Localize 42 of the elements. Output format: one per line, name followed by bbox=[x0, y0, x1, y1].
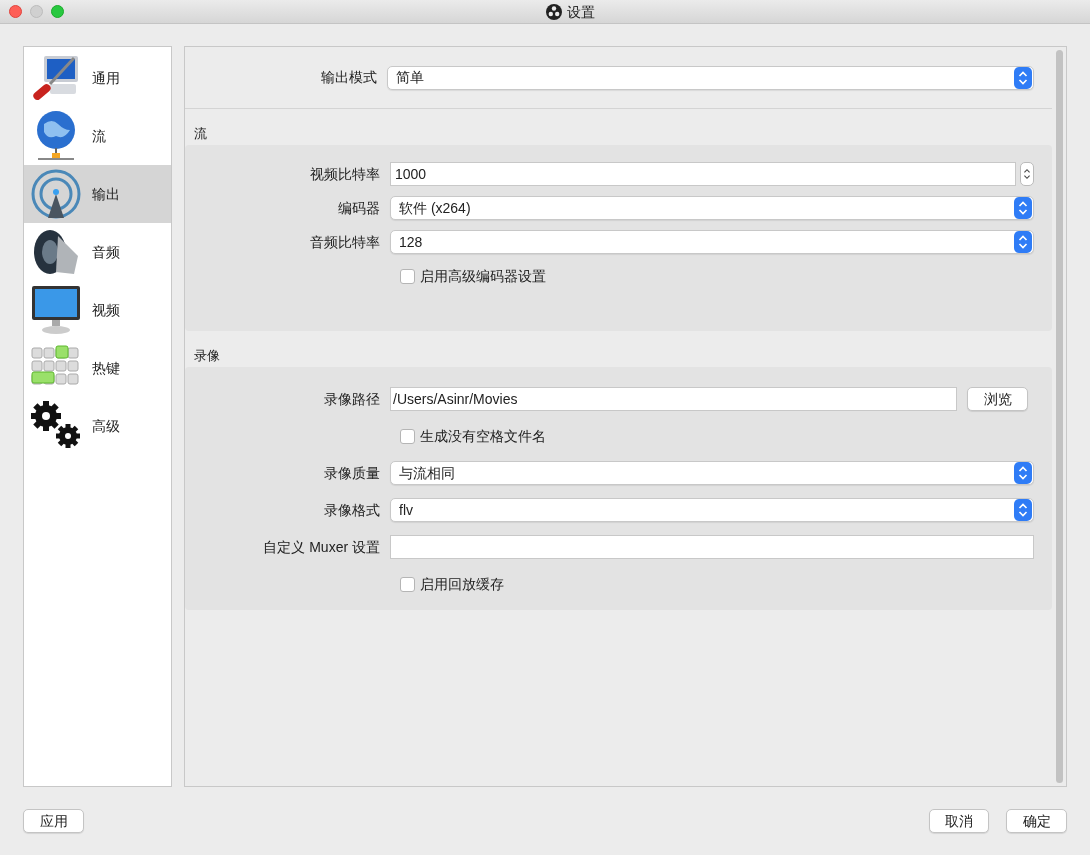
close-icon[interactable] bbox=[9, 5, 22, 18]
dropdown[interactable]: 与流相同 bbox=[390, 461, 1034, 485]
checkbox-label: 启用回放缓存 bbox=[420, 574, 504, 594]
stepper-icon[interactable] bbox=[1014, 231, 1032, 253]
maximize-icon[interactable] bbox=[51, 5, 64, 18]
field-label: 音频比特率 bbox=[309, 232, 381, 252]
window-title: 设置 bbox=[566, 2, 595, 22]
field-label: 录像路径 bbox=[323, 389, 381, 409]
checkbox[interactable] bbox=[400, 268, 415, 284]
field-label: 输出模式 bbox=[320, 68, 378, 87]
antenna-icon bbox=[30, 168, 82, 220]
ok-button[interactable]: 确定 bbox=[1006, 809, 1067, 833]
monitor-icon bbox=[30, 284, 82, 336]
input-field[interactable]: 1000 bbox=[390, 162, 1016, 186]
dropdown[interactable]: flv bbox=[390, 498, 1034, 522]
checkbox-label: 启用高级编码器设置 bbox=[420, 266, 546, 286]
field-label: 视频比特率 bbox=[309, 164, 381, 184]
sidebar-item[interactable]: 输出 bbox=[24, 165, 171, 223]
browse-button[interactable]: 浏览 bbox=[967, 387, 1028, 411]
checkbox[interactable] bbox=[400, 576, 415, 592]
checkbox[interactable] bbox=[400, 428, 415, 444]
stepper-icon[interactable] bbox=[1020, 162, 1034, 186]
stepper-icon[interactable] bbox=[1014, 66, 1032, 89]
field-label: 录像质量 bbox=[323, 463, 381, 483]
field-label: 自定义 Muxer 设置 bbox=[262, 537, 381, 557]
logo-icon bbox=[545, 4, 562, 20]
stepper-icon[interactable] bbox=[1014, 462, 1032, 484]
apply-button[interactable]: 应用 bbox=[23, 809, 84, 833]
section-title: 录像 bbox=[193, 347, 221, 365]
scrollbar-thumb[interactable] bbox=[1055, 50, 1063, 783]
checkbox-label: 生成没有空格文件名 bbox=[420, 426, 546, 446]
stepper-icon[interactable] bbox=[1014, 197, 1032, 219]
input-field[interactable] bbox=[390, 535, 1034, 559]
dropdown[interactable]: 128 bbox=[390, 230, 1034, 254]
stepper-icon[interactable] bbox=[1014, 499, 1032, 521]
section-title: 流 bbox=[193, 125, 208, 143]
dropdown[interactable]: 软件 (x264) bbox=[390, 196, 1034, 220]
field-label: 录像格式 bbox=[323, 500, 381, 520]
dropdown[interactable]: 简单 bbox=[387, 65, 1034, 90]
input-field[interactable]: /Users/Asinr/Movies bbox=[390, 387, 957, 411]
cancel-button[interactable]: 取消 bbox=[929, 809, 989, 833]
field-label: 编码器 bbox=[337, 198, 381, 218]
